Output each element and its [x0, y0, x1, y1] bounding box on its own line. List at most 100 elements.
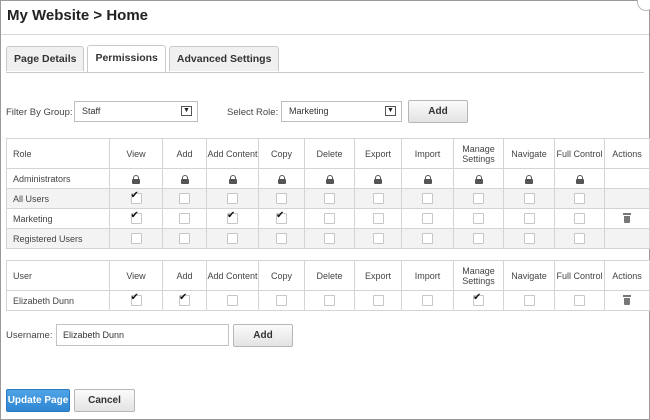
permission-checkbox-add-content[interactable] — [227, 233, 238, 245]
permission-checkbox-export[interactable] — [372, 213, 384, 225]
permission-checkbox-copy[interactable] — [276, 193, 287, 205]
permission-checkbox-copy[interactable] — [276, 210, 287, 225]
permission-cell — [304, 228, 355, 249]
permission-checkbox-import[interactable] — [422, 213, 433, 225]
permission-cell — [354, 290, 402, 311]
permission-cell — [354, 188, 402, 209]
table-row: Marketing — [6, 208, 650, 229]
tab-page-details[interactable]: Page Details — [6, 46, 85, 71]
permission-checkbox-export[interactable] — [372, 295, 384, 307]
permission-checkbox-navigate[interactable] — [523, 213, 535, 225]
permission-cell — [206, 290, 259, 311]
permission-checkbox-navigate[interactable] — [523, 193, 535, 205]
tab-permissions[interactable]: Permissions — [87, 45, 166, 72]
permission-checkbox-full-control[interactable] — [574, 295, 585, 307]
permission-checkbox-add-content[interactable] — [227, 210, 238, 225]
lock-icon — [474, 174, 483, 184]
permission-checkbox-import[interactable] — [422, 193, 433, 205]
select-role-select[interactable]: Marketing ▼ — [281, 101, 402, 122]
lock-icon — [374, 174, 382, 184]
column-header-manage-settings: Manage Settings — [453, 138, 504, 169]
update-page-button[interactable]: Update Page — [6, 389, 70, 412]
permission-checkbox-view[interactable] — [130, 233, 142, 245]
cancel-button[interactable]: Cancel — [74, 389, 135, 412]
permission-checkbox-full-control[interactable] — [574, 233, 585, 245]
permission-cell — [258, 208, 305, 229]
permission-cell — [401, 208, 454, 229]
permission-checkbox-full-control[interactable] — [574, 193, 585, 205]
permission-checkbox-manage-settings[interactable] — [473, 213, 484, 225]
permission-cell — [162, 290, 207, 311]
trash-icon[interactable] — [623, 294, 631, 305]
permission-cell — [503, 290, 555, 311]
permission-cell — [258, 228, 305, 249]
permission-cell — [453, 208, 504, 229]
permission-checkbox-manage-settings[interactable] — [473, 233, 484, 245]
tab-advanced-settings[interactable]: Advanced Settings — [168, 46, 280, 71]
permission-cell — [503, 228, 555, 249]
permission-cell — [554, 188, 605, 209]
chevron-down-icon: ▼ — [385, 106, 396, 116]
permission-checkbox-delete[interactable] — [324, 233, 335, 245]
column-header-add-content: Add Content — [206, 260, 259, 291]
permission-checkbox-import[interactable] — [422, 295, 433, 307]
add-user-button[interactable]: Add — [233, 324, 293, 347]
table-row: All Users — [6, 188, 650, 209]
permission-checkbox-add-content[interactable] — [227, 295, 238, 307]
permission-checkbox-add-content[interactable] — [227, 193, 238, 205]
permission-cell — [554, 208, 605, 229]
permission-cell — [401, 228, 454, 249]
add-role-button[interactable]: Add — [408, 100, 468, 123]
permission-checkbox-export[interactable] — [372, 233, 384, 245]
permission-checkbox-delete[interactable] — [324, 193, 335, 205]
username-input[interactable]: Elizabeth Dunn — [56, 324, 229, 346]
page-title: My Website > Home — [7, 7, 149, 24]
permission-cell — [162, 188, 207, 209]
column-header-actions: Actions — [604, 260, 650, 291]
permission-cell — [109, 188, 163, 209]
tab-divider — [6, 72, 644, 73]
permission-checkbox-navigate[interactable] — [523, 295, 535, 307]
permission-cell — [304, 208, 355, 229]
permission-cell — [304, 290, 355, 311]
permission-checkbox-add[interactable] — [179, 292, 190, 307]
column-header-navigate: Navigate — [503, 260, 555, 291]
permission-cell — [304, 168, 355, 189]
permission-checkbox-view[interactable] — [130, 292, 142, 307]
select-role-label: Select Role: — [227, 107, 279, 118]
permission-checkbox-manage-settings[interactable] — [473, 292, 484, 307]
permission-cell — [401, 188, 454, 209]
close-icon[interactable] — [637, 0, 650, 11]
permission-cell — [453, 188, 504, 209]
permission-cell — [503, 168, 555, 189]
permission-checkbox-add[interactable] — [179, 213, 190, 225]
permission-checkbox-import[interactable] — [422, 233, 433, 245]
column-header-export: Export — [354, 138, 402, 169]
username-label: Username: — [6, 330, 53, 341]
lock-icon — [325, 174, 334, 184]
permission-checkbox-copy[interactable] — [276, 233, 287, 245]
permission-checkbox-view[interactable] — [130, 190, 142, 205]
trash-icon[interactable] — [623, 212, 631, 223]
actions-cell — [604, 168, 650, 189]
actions-cell — [604, 208, 650, 229]
column-header-navigate: Navigate — [503, 138, 555, 169]
lock-icon — [277, 174, 286, 184]
actions-cell — [604, 228, 650, 249]
column-header-full-control: Full Control — [554, 138, 605, 169]
permission-checkbox-view[interactable] — [130, 210, 142, 225]
permission-checkbox-manage-settings[interactable] — [473, 193, 484, 205]
filter-group-select[interactable]: Staff ▼ — [74, 101, 198, 122]
permission-checkbox-add[interactable] — [179, 193, 190, 205]
permission-cell — [206, 188, 259, 209]
permission-checkbox-full-control[interactable] — [574, 213, 585, 225]
permission-checkbox-delete[interactable] — [324, 213, 335, 225]
permission-checkbox-delete[interactable] — [324, 295, 335, 307]
permission-cell — [109, 228, 163, 249]
permission-checkbox-add[interactable] — [179, 233, 190, 245]
permission-checkbox-copy[interactable] — [276, 295, 287, 307]
table-row: Registered Users — [6, 228, 650, 249]
dialog-window: My Website > Home Page Details Permissio… — [0, 0, 650, 420]
permission-checkbox-navigate[interactable] — [523, 233, 535, 245]
permission-checkbox-export[interactable] — [372, 193, 384, 205]
